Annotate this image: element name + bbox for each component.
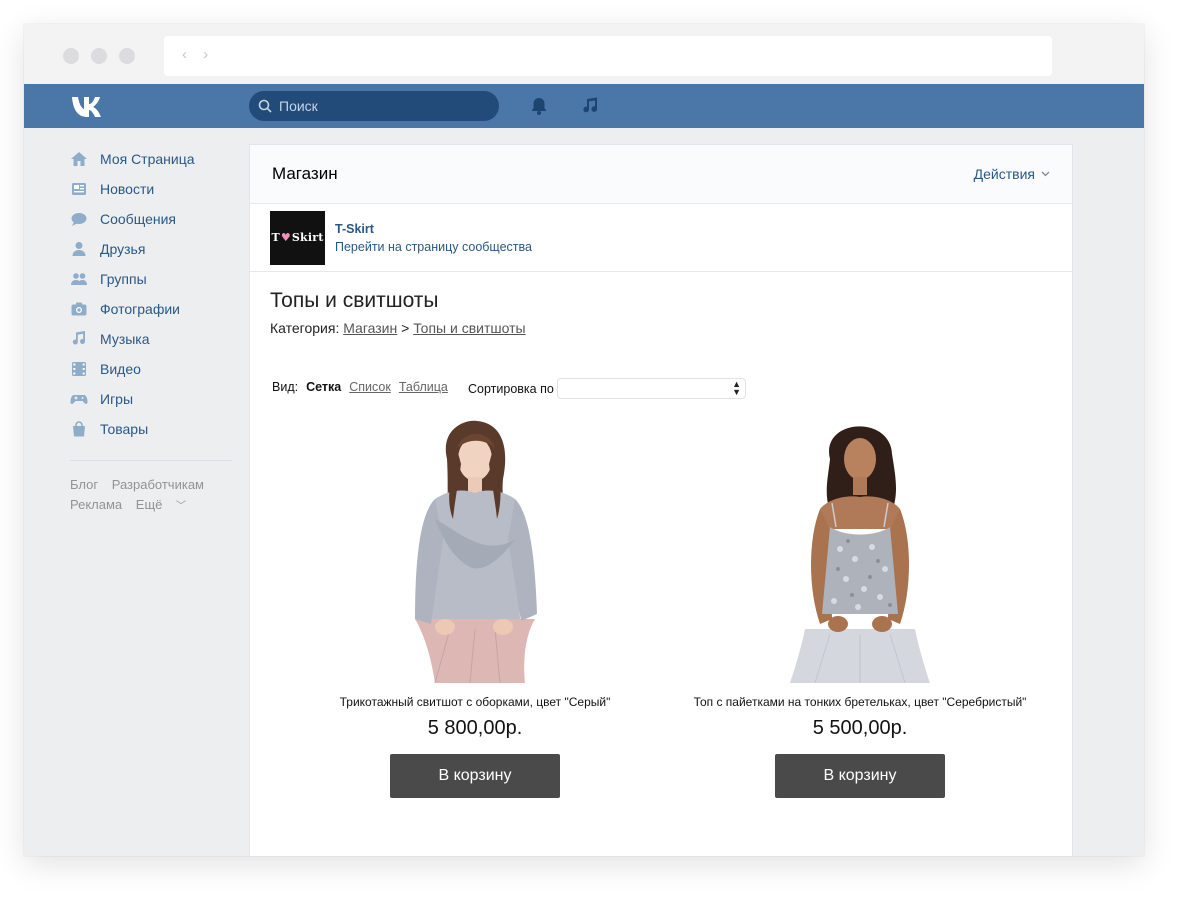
breadcrumb-link-category[interactable]: Топы и свитшоты xyxy=(413,320,525,336)
sidebar-item-label: Группы xyxy=(100,271,147,287)
vk-logo-icon[interactable] xyxy=(70,93,110,119)
back-forward-icon[interactable]: ‹ › xyxy=(182,46,214,63)
logo-text-right: Skirt xyxy=(291,231,324,244)
browser-window: ‹ › Поиск Моя Страница Новости Сообщения… xyxy=(24,24,1144,856)
product-price: 5 500,00р. xyxy=(812,717,908,739)
community-card: T ♥ Skirt T-Skirt Перейти на страницу со… xyxy=(250,204,1072,272)
shop-header: Магазин Действия xyxy=(250,145,1072,204)
sidebar-item-games[interactable]: Игры xyxy=(70,384,232,414)
actions-dropdown[interactable]: Действия xyxy=(974,166,1050,182)
search-icon xyxy=(258,99,272,113)
music-icon xyxy=(70,330,88,348)
category-title: Топы и свитшоты xyxy=(270,289,439,312)
sidebar-item-label: Музыка xyxy=(100,331,150,347)
community-page-link[interactable]: Перейти на страницу сообщества xyxy=(335,240,532,254)
view-grid-option[interactable]: Сетка xyxy=(306,380,341,394)
sidebar-item-friends[interactable]: Друзья xyxy=(70,234,232,264)
sidebar-item-label: Друзья xyxy=(100,241,146,257)
sidebar-item-my-page[interactable]: Моя Страница xyxy=(70,144,232,174)
sidebar-item-label: Товары xyxy=(100,421,149,437)
search-placeholder: Поиск xyxy=(279,98,318,114)
sidebar: Моя Страница Новости Сообщения Друзья Гр… xyxy=(70,144,232,517)
footer-link-developers[interactable]: Разработчикам xyxy=(112,477,204,492)
chevron-down-icon xyxy=(1041,171,1050,177)
music-icon[interactable] xyxy=(580,96,600,116)
view-label: Вид: xyxy=(272,380,299,394)
add-to-cart-button[interactable]: В корзину xyxy=(775,754,945,798)
product-card: Трикотажный свитшот с оборками, цвет "Се… xyxy=(295,419,655,798)
breadcrumb-link-shop[interactable]: Магазин xyxy=(343,320,397,336)
messages-icon xyxy=(70,210,88,228)
community-name[interactable]: T-Skirt xyxy=(335,222,532,236)
sidebar-item-label: Видео xyxy=(100,361,141,377)
product-card: Топ с пайетками на тонких бретельках, цв… xyxy=(680,419,1040,798)
logo-text-left: T xyxy=(271,231,280,244)
view-table-option[interactable]: Таблица xyxy=(399,380,448,394)
groups-icon xyxy=(70,270,88,288)
sort-select[interactable]: ▲ ▼ xyxy=(557,378,746,399)
sidebar-item-label: Фотографии xyxy=(100,301,181,317)
sidebar-footer: Блог Разработчикам Реклама Ещё ﹀ xyxy=(70,475,232,517)
news-icon xyxy=(70,180,88,198)
sidebar-item-groups[interactable]: Группы xyxy=(70,264,232,294)
window-close-button[interactable] xyxy=(63,48,79,64)
sidebar-item-messages[interactable]: Сообщения xyxy=(70,204,232,234)
sidebar-item-label: Сообщения xyxy=(100,211,176,227)
breadcrumb-separator: > xyxy=(401,320,410,336)
sidebar-divider xyxy=(70,460,232,461)
sidebar-item-photos[interactable]: Фотографии xyxy=(70,294,232,324)
address-bar[interactable]: ‹ › xyxy=(164,36,1052,76)
sidebar-item-label: Моя Страница xyxy=(100,151,195,167)
shopping-bag-icon xyxy=(70,420,88,438)
community-logo[interactable]: T ♥ Skirt xyxy=(270,210,325,265)
vk-header: Поиск xyxy=(24,84,1144,128)
footer-link-more[interactable]: Ещё ﹀ xyxy=(136,497,196,512)
footer-more-label: Ещё xyxy=(135,497,163,512)
sidebar-item-music[interactable]: Музыка xyxy=(70,324,232,354)
sidebar-item-label: Новости xyxy=(100,181,155,197)
sidebar-item-news[interactable]: Новости xyxy=(70,174,232,204)
window-maximize-button[interactable] xyxy=(119,48,135,64)
chevron-down-icon: ﹀ xyxy=(176,501,187,512)
window-minimize-button[interactable] xyxy=(91,48,107,64)
camera-icon xyxy=(70,300,88,318)
product-price: 5 800,00р. xyxy=(427,717,523,739)
actions-label: Действия xyxy=(973,166,1035,182)
gamepad-icon xyxy=(70,390,88,408)
breadcrumb-prefix: Категория: xyxy=(270,320,340,336)
product-image-sequin-top[interactable] xyxy=(760,419,960,683)
home-icon xyxy=(70,150,88,168)
friends-icon xyxy=(70,240,88,258)
product-name[interactable]: Топ с пайетками на тонких бретельках, цв… xyxy=(680,695,1040,709)
shop-panel: Магазин Действия T ♥ Skirt T-Skirt Перей… xyxy=(249,144,1073,856)
footer-link-blog[interactable]: Блог xyxy=(70,477,98,492)
page-title: Магазин xyxy=(272,164,338,183)
heart-icon: ♥ xyxy=(280,231,291,244)
view-list-option[interactable]: Список xyxy=(349,380,391,394)
sidebar-item-goods[interactable]: Товары xyxy=(70,414,232,444)
add-to-cart-button[interactable]: В корзину xyxy=(390,754,560,798)
video-icon xyxy=(70,360,88,378)
view-switcher: Вид: Сетка Список Таблица xyxy=(272,380,456,394)
sidebar-item-video[interactable]: Видео xyxy=(70,354,232,384)
select-arrows-icon: ▲ ▼ xyxy=(732,379,741,397)
sort-label: Сортировка по xyxy=(468,382,554,396)
browser-chrome: ‹ › xyxy=(24,24,1144,84)
product-name[interactable]: Трикотажный свитшот с оборками, цвет "Се… xyxy=(295,695,655,709)
footer-link-ads[interactable]: Реклама xyxy=(70,497,122,512)
breadcrumb: Категория: Магазин > Топы и свитшоты xyxy=(270,320,526,336)
search-input[interactable]: Поиск xyxy=(249,91,499,121)
sidebar-item-label: Игры xyxy=(100,391,134,407)
product-image-sweatshirt[interactable] xyxy=(375,419,575,683)
bell-icon[interactable] xyxy=(529,96,549,116)
